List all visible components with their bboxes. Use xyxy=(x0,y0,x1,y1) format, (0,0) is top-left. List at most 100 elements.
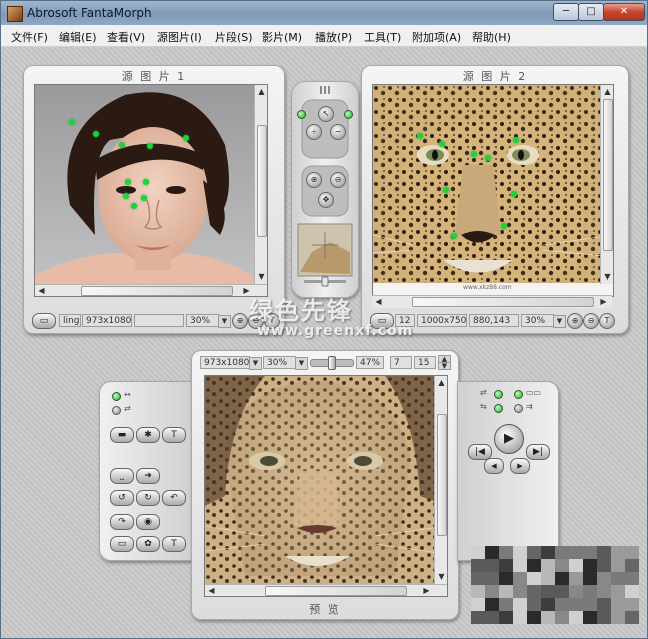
settings-tool-button[interactable]: ✿ xyxy=(136,536,160,552)
menu-help[interactable]: 帮助(H) xyxy=(472,29,511,45)
key-point-marker[interactable] xyxy=(69,119,75,125)
reset-view-icon[interactable]: ⊖ xyxy=(583,313,599,329)
key-point-marker[interactable] xyxy=(471,151,477,157)
preview-canvas[interactable]: ▲ ▼ ◀ ▶ xyxy=(204,375,448,597)
star-tool-button[interactable]: ✱ xyxy=(136,427,160,443)
menu-file[interactable]: 文件(F) xyxy=(11,29,48,45)
key-point-marker[interactable] xyxy=(501,223,507,229)
key-point-marker[interactable] xyxy=(125,179,131,185)
scroll-up-icon[interactable]: ▲ xyxy=(256,86,267,97)
scroll-left-icon[interactable]: ◀ xyxy=(36,285,47,296)
horizontal-scrollbar[interactable]: ◀ ▶ xyxy=(205,584,447,596)
zoom-out-icon[interactable]: ⊖ xyxy=(330,172,346,188)
menu-view[interactable]: 查看(V) xyxy=(107,29,145,45)
key-point-marker[interactable] xyxy=(513,137,519,143)
text-tool-button[interactable]: T xyxy=(162,427,186,443)
scroll-down-icon[interactable]: ▼ xyxy=(436,571,447,582)
key-point-marker[interactable] xyxy=(131,203,137,209)
key-point-marker[interactable] xyxy=(443,187,449,193)
scroll-thumb[interactable] xyxy=(412,297,594,307)
scroll-down-icon[interactable]: ▼ xyxy=(256,271,267,282)
output-size-select[interactable]: 973x1080 xyxy=(200,356,250,369)
scroll-thumb[interactable] xyxy=(81,286,233,296)
scroll-up-icon[interactable]: ▲ xyxy=(436,377,447,388)
menu-movie[interactable]: 影片(M) xyxy=(262,29,302,45)
scroll-right-icon[interactable]: ▶ xyxy=(598,296,609,307)
step-forward-button[interactable]: ▶ xyxy=(510,458,530,474)
morph-slider[interactable] xyxy=(310,356,354,370)
scroll-left-icon[interactable]: ◀ xyxy=(373,296,384,307)
vertical-scrollbar[interactable]: ▲ ▼ xyxy=(600,85,613,284)
chevron-down-icon[interactable]: ▼ xyxy=(218,315,231,328)
key-point-marker[interactable] xyxy=(143,179,149,185)
panel-title: 预 览 xyxy=(309,603,341,616)
menu-play[interactable]: 播放(P) xyxy=(315,29,352,45)
source-image-1-canvas[interactable]: ▲ ▼ ◀ ▶ xyxy=(34,84,268,297)
rect-tool-button[interactable]: ▭ xyxy=(110,536,134,552)
scroll-thumb[interactable] xyxy=(603,99,613,251)
key-point-marker[interactable] xyxy=(141,195,147,201)
close-button[interactable]: ✕ xyxy=(603,3,645,21)
horizontal-scrollbar[interactable]: ◀ ▶ xyxy=(372,295,612,308)
menu-sequence[interactable]: 片段(S) xyxy=(215,29,253,45)
scroll-thumb[interactable] xyxy=(257,125,267,237)
key-point-marker[interactable] xyxy=(417,133,423,139)
play-button[interactable]: ▶ xyxy=(494,424,524,454)
scroll-down-icon[interactable]: ▼ xyxy=(602,271,613,282)
zoom-in-icon[interactable]: ⊕ xyxy=(306,172,322,188)
menu-addons[interactable]: 附加项(A) xyxy=(412,29,461,45)
remove-key-point-icon[interactable]: − xyxy=(330,124,346,140)
fit-view-icon[interactable]: ⊕ xyxy=(232,313,248,329)
vertical-scrollbar[interactable]: ▲ ▼ xyxy=(434,376,447,584)
go-to-end-button[interactable]: ▶| xyxy=(526,444,550,460)
scroll-right-icon[interactable]: ▶ xyxy=(421,585,432,596)
frame-tool-button[interactable]: ⎵ xyxy=(110,468,134,484)
undo-effect-button[interactable]: ↷ xyxy=(110,514,134,530)
eye-button[interactable]: ◉ xyxy=(136,514,160,530)
maximize-button[interactable]: □ xyxy=(578,3,604,21)
key-point-marker[interactable] xyxy=(123,193,129,199)
spin-down-icon[interactable]: ▼ xyxy=(438,362,451,370)
rotate-left-button[interactable]: ↺ xyxy=(110,490,134,506)
flip-button[interactable]: ↶ xyxy=(162,490,186,506)
source-image-2-canvas[interactable]: www.xkz88.com ▲ ▼ xyxy=(372,84,614,297)
step-back-button[interactable]: ◀ xyxy=(484,458,504,474)
key-point-marker[interactable] xyxy=(93,131,99,137)
menu-edit[interactable]: 编辑(E) xyxy=(59,29,97,45)
horizontal-scrollbar[interactable]: ◀ ▶ xyxy=(35,284,267,296)
pan-icon[interactable]: ✥ xyxy=(318,192,334,208)
arrow-tool-button[interactable]: ➜ xyxy=(136,468,160,484)
key-point-marker[interactable] xyxy=(485,155,491,161)
preview-zoom-select[interactable]: 30% xyxy=(263,356,296,369)
key-point-marker[interactable] xyxy=(183,135,189,141)
zoom-select[interactable]: 30% xyxy=(521,314,554,327)
menu-source-image[interactable]: 源图片(I) xyxy=(157,29,202,45)
vertical-scrollbar[interactable]: ▲ ▼ xyxy=(254,85,267,284)
zoom-select[interactable]: 30% xyxy=(186,314,219,327)
menu-tools[interactable]: 工具(T) xyxy=(364,29,401,45)
scroll-left-icon[interactable]: ◀ xyxy=(206,585,217,596)
scroll-up-icon[interactable]: ▲ xyxy=(602,86,613,97)
mosaic-pixel xyxy=(583,598,597,611)
minimize-button[interactable]: ─ xyxy=(553,3,579,21)
scroll-thumb[interactable] xyxy=(265,586,407,596)
fit-view-icon[interactable]: ⊕ xyxy=(567,313,583,329)
key-point-marker[interactable] xyxy=(451,233,457,239)
text-tool-icon[interactable]: T xyxy=(599,313,615,329)
rotate-right-button[interactable]: ↻ xyxy=(136,490,160,506)
open-image-button[interactable]: ▭ xyxy=(32,313,56,329)
scroll-thumb[interactable] xyxy=(437,414,447,536)
pointer-icon[interactable]: ↖ xyxy=(318,106,334,122)
frame-number-field[interactable]: 7 xyxy=(390,356,412,369)
key-point-marker[interactable] xyxy=(119,142,125,148)
key-point-marker[interactable] xyxy=(147,143,153,149)
chevron-down-icon[interactable]: ▼ xyxy=(249,357,262,370)
caption-tool-button[interactable]: T xyxy=(162,536,186,552)
key-point-marker[interactable] xyxy=(511,191,517,197)
key-point-marker[interactable] xyxy=(439,141,445,147)
line-tool-button[interactable]: ▬ xyxy=(110,427,134,443)
chevron-down-icon[interactable]: ▼ xyxy=(295,357,308,370)
morph-slider-handle[interactable] xyxy=(328,356,336,370)
add-key-point-icon[interactable]: + xyxy=(306,124,322,140)
chevron-down-icon[interactable]: ▼ xyxy=(553,315,566,328)
